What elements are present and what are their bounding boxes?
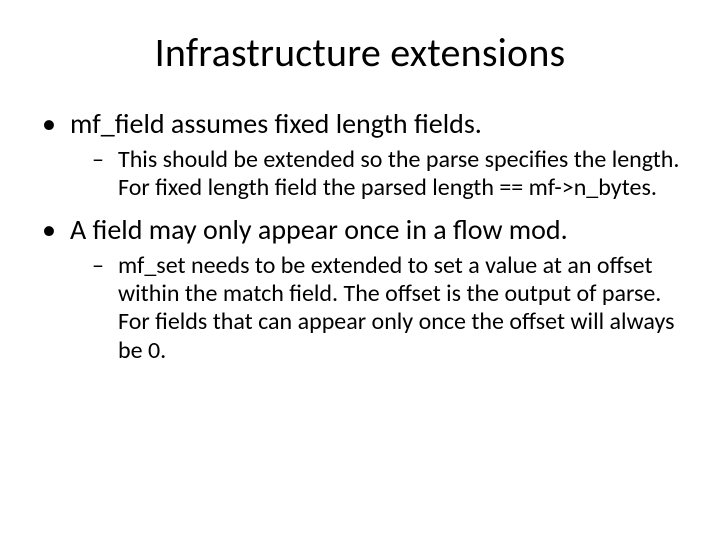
sub-bullet-text: This should be extended so the parse spe… bbox=[118, 145, 679, 202]
sub-bullet-text: mf_set needs to be extended to set a val… bbox=[118, 251, 674, 365]
slide: Infrastructure extensions mf_field assum… bbox=[0, 0, 720, 540]
list-item: mf_field assumes fixed length fields. Th… bbox=[40, 107, 680, 203]
slide-title: Infrastructure extensions bbox=[40, 28, 680, 77]
list-item: This should be extended so the parse spe… bbox=[70, 146, 680, 203]
bullet-text: A field may only appear once in a flow m… bbox=[70, 212, 568, 247]
bullet-text: mf_field assumes fixed length fields. bbox=[70, 106, 482, 141]
list-item: mf_set needs to be extended to set a val… bbox=[70, 252, 680, 365]
sub-bullet-list: This should be extended so the parse spe… bbox=[70, 146, 680, 203]
list-item: A field may only appear once in a flow m… bbox=[40, 213, 680, 365]
sub-bullet-list: mf_set needs to be extended to set a val… bbox=[70, 252, 680, 365]
bullet-list: mf_field assumes fixed length fields. Th… bbox=[40, 107, 680, 365]
